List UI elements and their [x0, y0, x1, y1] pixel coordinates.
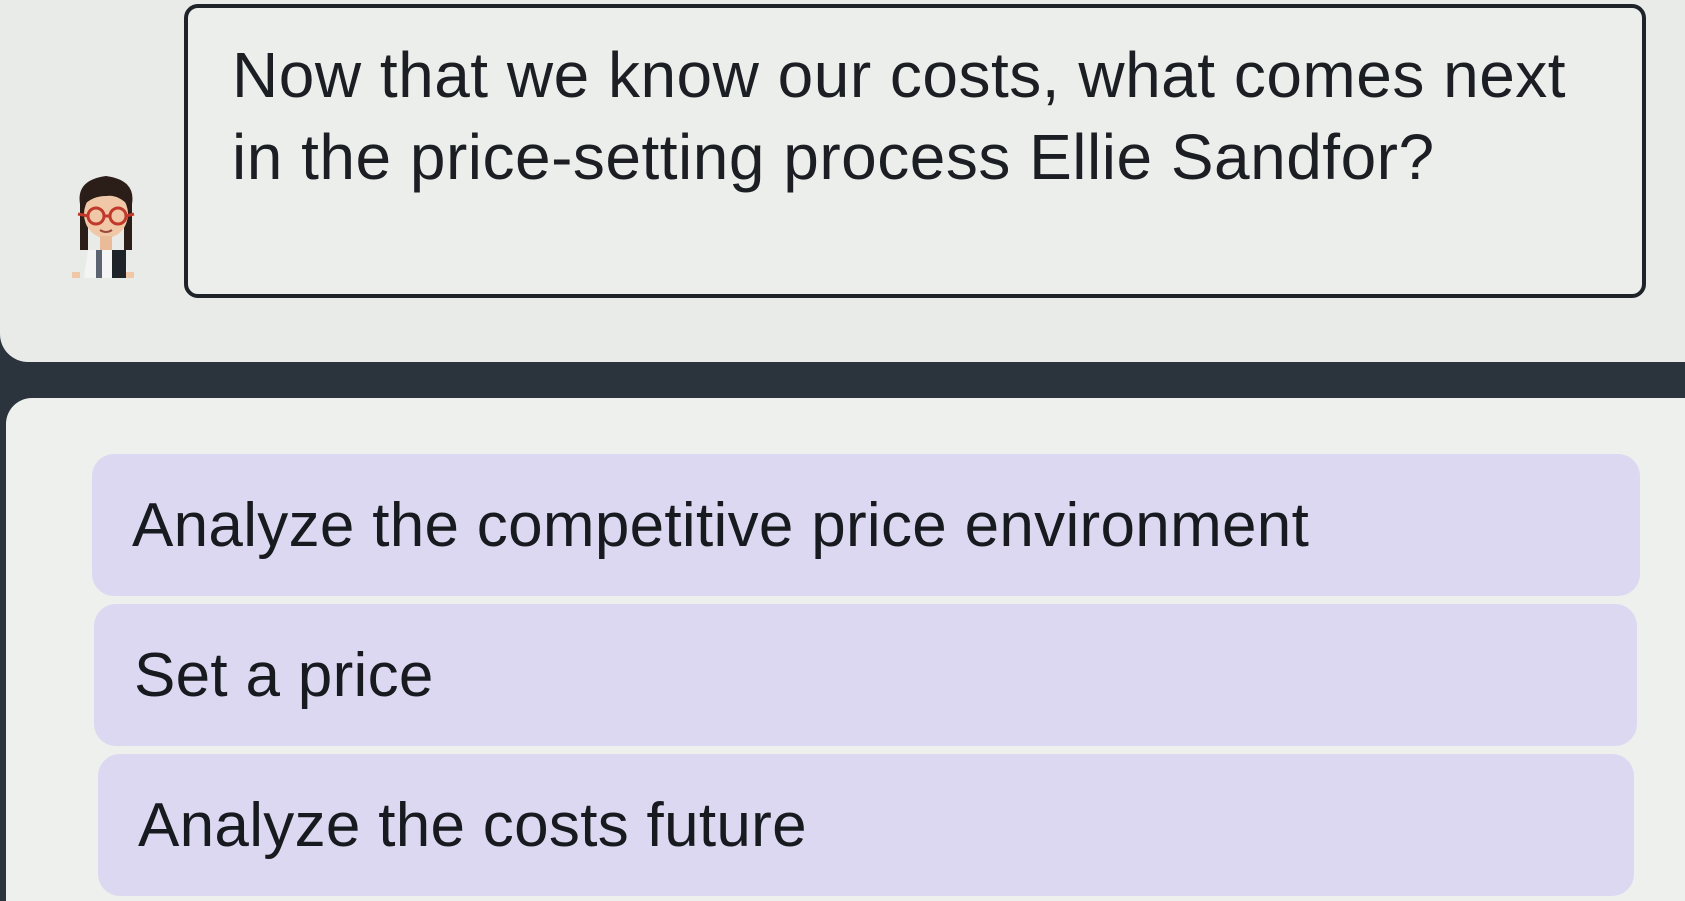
answers-panel: Analyze the competitive price environmen… — [6, 398, 1685, 901]
answer-option-label: Analyze the costs future — [138, 790, 807, 860]
dialogue-panel: Now that we know our costs, what comes n… — [0, 0, 1685, 362]
app-screen: Now that we know our costs, what comes n… — [0, 0, 1685, 901]
question-text: Now that we know our costs, what comes n… — [232, 39, 1567, 193]
answer-option-label: Set a price — [134, 640, 434, 710]
answer-option-3[interactable]: Analyze the costs future — [98, 754, 1634, 896]
answer-option-label: Analyze the competitive price environmen… — [132, 490, 1310, 560]
answer-option-1[interactable]: Analyze the competitive price environmen… — [92, 454, 1640, 596]
character-avatar-icon — [66, 170, 146, 302]
answer-option-2[interactable]: Set a price — [94, 604, 1637, 746]
speech-bubble: Now that we know our costs, what comes n… — [184, 4, 1646, 298]
